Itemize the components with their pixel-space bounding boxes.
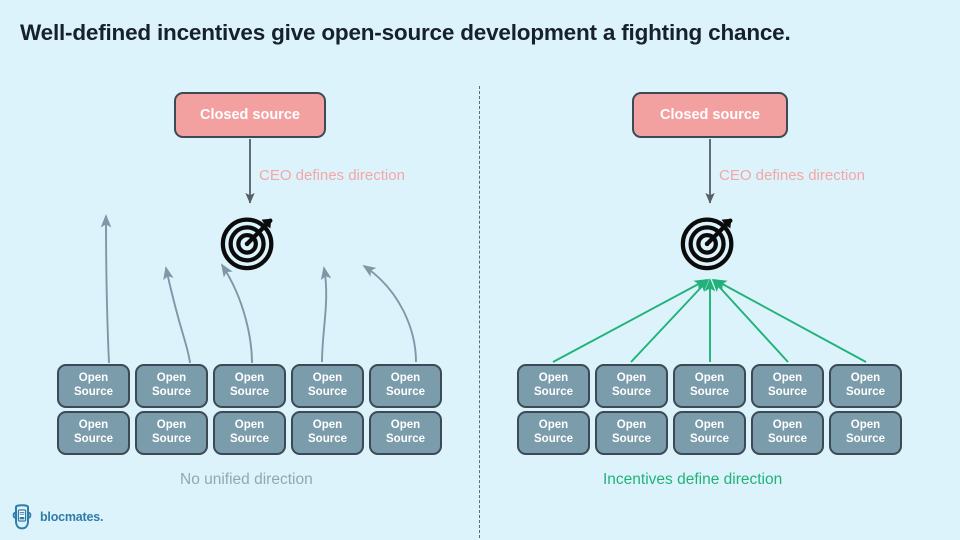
os-line1: Open <box>694 372 725 385</box>
closed-source-box-left[interactable]: Closed source <box>174 92 326 138</box>
target-icon <box>679 209 741 271</box>
open-source-box[interactable]: Open Source <box>829 411 902 455</box>
converge-arrows-right <box>552 278 867 363</box>
os-line2: Source <box>230 433 269 445</box>
ceo-direction-label-right: CEO defines direction <box>719 167 865 184</box>
os-line2: Source <box>846 386 885 398</box>
os-line1: Open <box>694 419 725 432</box>
open-source-box[interactable]: Open Source <box>751 411 824 455</box>
closed-source-box-right[interactable]: Closed source <box>632 92 788 138</box>
open-source-box[interactable]: Open Source <box>213 411 286 455</box>
open-source-grid-left: Open Source Open Source Open Source Open… <box>57 364 442 455</box>
open-source-box[interactable]: Open Source <box>595 411 668 455</box>
page-title: Well-defined incentives give open-source… <box>20 20 791 45</box>
os-line2: Source <box>152 433 191 445</box>
os-line1: Open <box>156 372 187 385</box>
panel-divider <box>479 86 480 538</box>
os-line1: Open <box>78 372 109 385</box>
os-line2: Source <box>768 386 807 398</box>
open-source-box[interactable]: Open Source <box>291 364 364 408</box>
os-line2: Source <box>690 433 729 445</box>
os-line1: Open <box>78 419 109 432</box>
open-source-box[interactable]: Open Source <box>291 411 364 455</box>
mascot-icon <box>12 504 32 530</box>
open-source-box[interactable]: Open Source <box>829 364 902 408</box>
open-source-box[interactable]: Open Source <box>517 364 590 408</box>
open-source-grid-right: Open Source Open Source Open Source Open… <box>517 364 902 455</box>
os-line2: Source <box>74 386 113 398</box>
ceo-direction-label-left: CEO defines direction <box>259 167 405 184</box>
os-line1: Open <box>616 372 647 385</box>
os-line1: Open <box>850 419 881 432</box>
os-line1: Open <box>390 419 421 432</box>
os-line2: Source <box>534 386 573 398</box>
os-line2: Source <box>612 433 651 445</box>
connector-layer <box>100 139 867 364</box>
os-line1: Open <box>312 372 343 385</box>
logo-text: blocmates. <box>40 510 104 524</box>
os-line2: Source <box>152 386 191 398</box>
os-line1: Open <box>616 419 647 432</box>
os-line1: Open <box>156 419 187 432</box>
target-icon <box>219 209 281 271</box>
open-source-box[interactable]: Open Source <box>369 364 442 408</box>
os-line1: Open <box>234 419 265 432</box>
os-line2: Source <box>690 386 729 398</box>
os-line2: Source <box>308 386 347 398</box>
open-source-box[interactable]: Open Source <box>135 411 208 455</box>
os-line2: Source <box>534 433 573 445</box>
open-source-box[interactable]: Open Source <box>517 411 590 455</box>
os-line2: Source <box>846 433 885 445</box>
os-line2: Source <box>768 433 807 445</box>
os-line1: Open <box>772 372 803 385</box>
blocmates-logo[interactable]: blocmates. <box>10 504 104 530</box>
os-line1: Open <box>850 372 881 385</box>
open-source-box[interactable]: Open Source <box>369 411 442 455</box>
panel-caption-right: Incentives define direction <box>603 471 783 488</box>
open-source-box[interactable]: Open Source <box>673 364 746 408</box>
os-line2: Source <box>230 386 269 398</box>
os-line1: Open <box>538 419 569 432</box>
os-line2: Source <box>308 433 347 445</box>
os-line2: Source <box>612 386 651 398</box>
open-source-box[interactable]: Open Source <box>595 364 668 408</box>
open-source-box[interactable]: Open Source <box>213 364 286 408</box>
os-line2: Source <box>386 386 425 398</box>
diagram-canvas: Well-defined incentives give open-source… <box>0 0 960 540</box>
os-line1: Open <box>772 419 803 432</box>
open-source-box[interactable]: Open Source <box>751 364 824 408</box>
os-line2: Source <box>74 433 113 445</box>
os-line1: Open <box>538 372 569 385</box>
open-source-box[interactable]: Open Source <box>57 364 130 408</box>
os-line2: Source <box>386 433 425 445</box>
os-line1: Open <box>312 419 343 432</box>
open-source-box[interactable]: Open Source <box>673 411 746 455</box>
os-line1: Open <box>390 372 421 385</box>
open-source-box[interactable]: Open Source <box>57 411 130 455</box>
os-line1: Open <box>234 372 265 385</box>
open-source-box[interactable]: Open Source <box>135 364 208 408</box>
panel-caption-left: No unified direction <box>180 471 313 488</box>
